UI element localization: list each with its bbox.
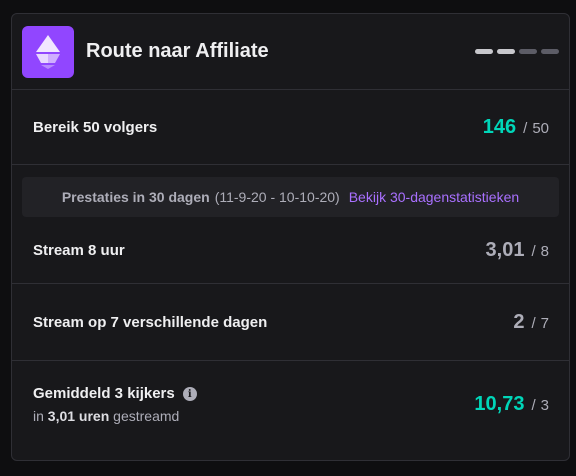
page-title: Route naar Affiliate	[86, 40, 269, 62]
value-separator: /	[531, 242, 536, 260]
avg-viewers-value: 10,73 / 3	[474, 393, 549, 416]
followers-value: 146 / 50	[483, 116, 549, 139]
followers-current: 146	[482, 115, 517, 138]
stream-hours-row: Stream 8 uur 3,01 / 8	[12, 217, 569, 284]
subtext-hours: 3,01 uren	[47, 407, 110, 424]
info-icon[interactable]: i	[182, 387, 197, 401]
avg-viewers-current: 10,73	[474, 392, 525, 415]
card-header: Route naar Affiliate	[12, 14, 569, 90]
progress-step	[541, 49, 559, 54]
subtext-suffix: gestreamd	[113, 407, 180, 424]
progress-step	[497, 49, 515, 54]
stats-period-band: Prestaties in 30 dagen (11-9-20 - 10-10-…	[22, 177, 559, 217]
avg-viewers-goal: 3	[540, 396, 549, 414]
affiliate-path-card: Route naar Affiliate Bereik 50 volgers 1…	[11, 13, 570, 461]
requirement-goal: 7	[540, 314, 549, 332]
avg-viewers-row: Gemiddeld 3 kijkers i in 3,01 uren gestre…	[12, 361, 569, 447]
stream-days-row: Stream op 7 verschillende dagen 2 / 7	[12, 284, 569, 361]
progress-indicator	[475, 49, 559, 54]
followers-row: Bereik 50 volgers 146 / 50	[12, 90, 569, 165]
avg-viewers-label-wrap: Gemiddeld 3 kijkers i	[33, 385, 197, 402]
requirement-label: Stream 8 uur	[33, 241, 125, 259]
followers-goal: 50	[532, 119, 549, 137]
requirement-current: 2	[513, 310, 525, 333]
stats-date-range: (11-9-20 - 10-10-20)	[214, 189, 340, 205]
followers-label: Bereik 50 volgers	[33, 118, 158, 136]
avg-viewers-label: Gemiddeld 3 kijkers	[33, 384, 175, 402]
requirement-label: Stream op 7 verschillende dagen	[33, 313, 268, 331]
progress-step	[475, 49, 493, 54]
value-separator: /	[523, 119, 528, 137]
requirement-value: 3,01 / 8	[486, 239, 549, 262]
stats-period-label: Prestaties in 30 dagen	[61, 189, 210, 205]
subtext-prefix: in	[33, 407, 44, 424]
requirement-value: 2 / 7	[513, 311, 549, 334]
requirement-current: 3,01	[485, 238, 525, 261]
value-separator: /	[531, 314, 536, 332]
requirement-goal: 8	[540, 242, 549, 260]
view-30-day-stats-link[interactable]: Bekijk 30-dagenstatistieken	[349, 189, 519, 205]
value-separator: /	[531, 396, 536, 414]
progress-step	[519, 49, 537, 54]
avg-viewers-subtext: in 3,01 uren gestreamd	[33, 408, 197, 424]
affiliate-logo-icon	[22, 25, 74, 78]
avg-viewers-text: Gemiddeld 3 kijkers i in 3,01 uren gestre…	[33, 385, 197, 424]
